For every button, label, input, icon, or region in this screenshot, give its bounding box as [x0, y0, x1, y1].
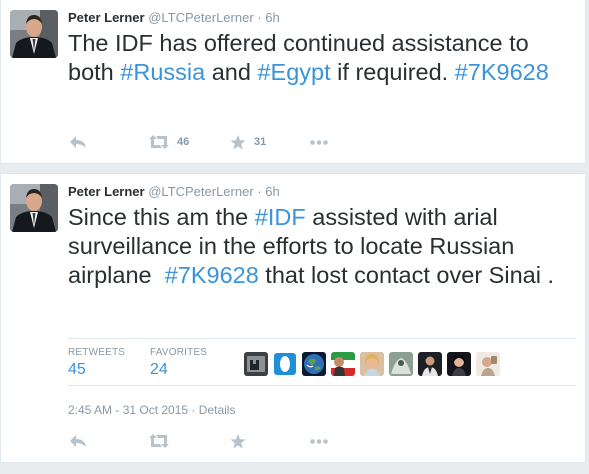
favoriter-avatar[interactable]: [273, 352, 297, 376]
more-icon: [310, 139, 328, 145]
tweet-text-part: Since this am the: [68, 204, 255, 230]
retweet-button[interactable]: 46: [149, 132, 189, 152]
tweet-header: Peter Lerner @LTCPeterLerner · 6h: [68, 10, 280, 25]
favoriter-avatar[interactable]: [418, 352, 442, 376]
separator-dot: ·: [191, 403, 196, 417]
favoriter-avatar[interactable]: [389, 352, 413, 376]
favorite-button[interactable]: 31: [230, 132, 266, 152]
hashtag-link[interactable]: #7K9628: [165, 262, 259, 288]
separator-dot: ·: [257, 184, 262, 199]
favorites-label: FAVORITES: [150, 347, 208, 358]
reply-button[interactable]: [70, 132, 86, 152]
author-name[interactable]: Peter Lerner: [68, 10, 145, 25]
more-icon: [310, 438, 328, 444]
hashtag-link[interactable]: #7K9628: [455, 59, 549, 85]
details-link[interactable]: Details: [199, 403, 236, 417]
tweet-card-expanded[interactable]: Peter Lerner @LTCPeterLerner · 6h Since …: [0, 173, 586, 463]
tweet-actions: [68, 431, 368, 451]
tweet-text-part: if required.: [330, 59, 455, 85]
favoriter-avatar[interactable]: [447, 352, 471, 376]
more-button[interactable]: [310, 431, 328, 451]
hashtag-link[interactable]: #Russia: [120, 59, 205, 85]
favoriter-avatar[interactable]: [244, 352, 268, 376]
tweet-timestamp[interactable]: 6h: [265, 184, 279, 199]
separator-dot: ·: [257, 10, 262, 25]
avatar[interactable]: [10, 10, 58, 58]
hashtag-link[interactable]: #IDF: [255, 204, 306, 230]
star-icon: [230, 134, 246, 150]
tweet-date-line: 2:45 AM - 31 Oct 2015 · Details: [68, 403, 235, 417]
author-name[interactable]: Peter Lerner: [68, 184, 145, 199]
favoriter-avatar[interactable]: [331, 352, 355, 376]
favorites-stat[interactable]: FAVORITES 24: [150, 347, 207, 379]
favorites-value: 24: [150, 361, 168, 378]
retweets-value: 45: [68, 361, 86, 378]
retweet-icon: [149, 434, 169, 448]
reply-icon: [70, 435, 86, 447]
favoriter-avatar[interactable]: [360, 352, 384, 376]
tweet-card[interactable]: Peter Lerner @LTCPeterLerner · 6h The ID…: [0, 0, 586, 164]
reply-button[interactable]: [70, 431, 86, 451]
tweet-timestamp[interactable]: 6h: [265, 10, 279, 25]
reply-icon: [70, 136, 86, 148]
avatar[interactable]: [10, 184, 58, 232]
retweets-stat[interactable]: RETWEETS 45: [68, 347, 125, 379]
favorite-count: 31: [254, 136, 267, 148]
star-icon: [230, 433, 246, 449]
more-button[interactable]: [310, 132, 328, 152]
favoriter-avatar[interactable]: [302, 352, 326, 376]
tweet-header: Peter Lerner @LTCPeterLerner · 6h: [68, 184, 280, 199]
tweet-text: Since this am the #IDF assisted with ari…: [68, 203, 578, 290]
retweet-icon: [149, 135, 169, 149]
favorite-button[interactable]: [230, 431, 246, 451]
hashtag-link[interactable]: #Egypt: [257, 59, 330, 85]
retweets-label: RETWEETS: [68, 347, 126, 358]
retweet-button[interactable]: [149, 431, 169, 451]
tweet-full-timestamp[interactable]: 2:45 AM - 31 Oct 2015: [68, 403, 188, 417]
tweet-stats: RETWEETS 45 FAVORITES 24: [68, 338, 576, 386]
tweet-text-part: and: [205, 59, 258, 85]
retweet-count: 46: [177, 136, 190, 148]
author-handle[interactable]: @LTCPeterLerner: [148, 184, 253, 199]
tweet-actions: 46 31: [68, 132, 368, 152]
favoriter-avatar[interactable]: [476, 352, 500, 376]
tweet-text-part: that lost contact over Sinai .: [258, 262, 554, 288]
tweet-text: The IDF has offered continued assistance…: [68, 29, 578, 87]
author-handle[interactable]: @LTCPeterLerner: [148, 10, 253, 25]
